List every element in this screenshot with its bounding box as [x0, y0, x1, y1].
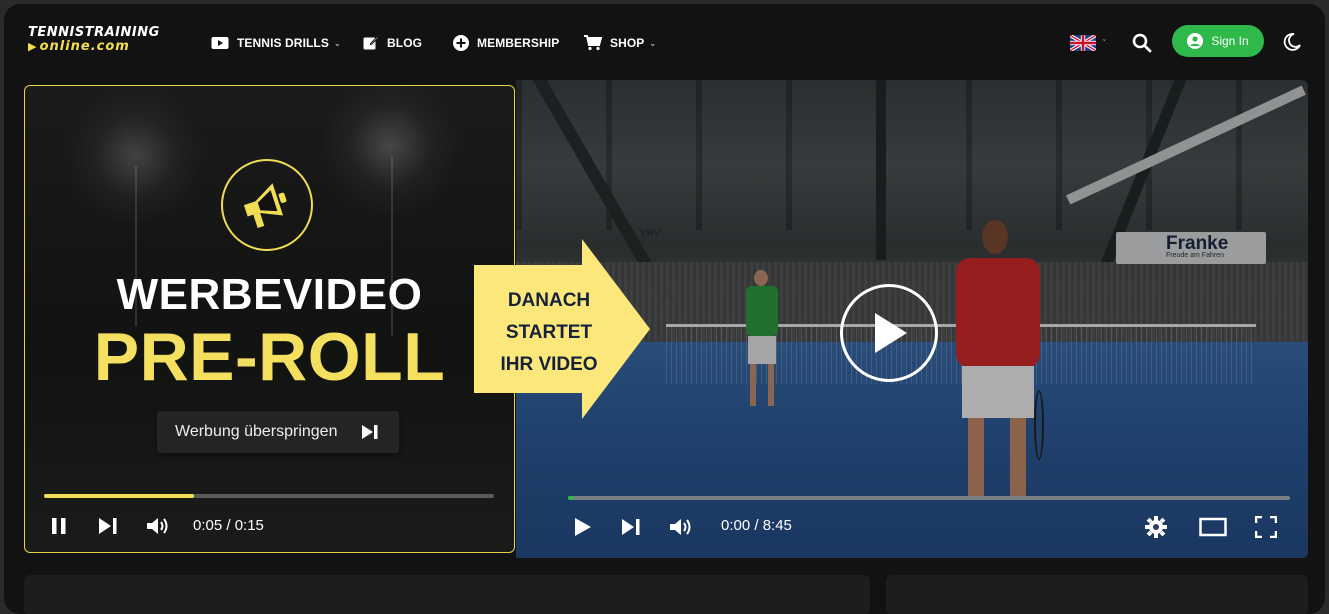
skip-next-icon: [361, 424, 379, 445]
search-icon[interactable]: [1132, 33, 1152, 58]
logo-line1: TENNISTRAINING: [28, 25, 160, 40]
video-icon: [211, 36, 229, 50]
user-icon: [1187, 33, 1204, 49]
nav-label: MEMBERSHIP: [477, 36, 560, 50]
ad-progress-fill: [44, 494, 194, 498]
skip-ad-label: Werbung überspringen: [175, 423, 338, 440]
volume-icon[interactable]: [668, 516, 694, 538]
pause-icon[interactable]: [49, 516, 69, 536]
top-nav: TENNISTRAINING ▶ online.com TENNIS DRILL…: [4, 4, 1325, 80]
edit-icon: [363, 35, 379, 51]
nav-item-shop[interactable]: SHOP ⌄: [584, 33, 656, 53]
video-progress-fill: [568, 496, 574, 500]
ad-time: 0:05 / 0:15: [193, 517, 264, 534]
plus-circle-icon: [453, 35, 469, 51]
chevron-down-icon[interactable]: ⌄: [1101, 34, 1108, 43]
nav-item-tennis-drills[interactable]: TENNIS DRILLS ⌄: [211, 33, 341, 53]
dark-mode-moon-icon[interactable]: [1282, 32, 1302, 57]
cart-icon: [584, 35, 602, 51]
video-time: 0:00 / 8:45: [721, 517, 792, 534]
ad-title: WERBEVIDEO: [116, 270, 423, 319]
video-progress-bar[interactable]: [568, 496, 1290, 500]
en-gb-flag-icon[interactable]: [1069, 33, 1097, 53]
skip-next-icon[interactable]: [97, 516, 119, 536]
arrow-line2: STARTET: [505, 322, 593, 343]
page-frame: TENNISTRAINING ▶ online.com TENNIS DRILL…: [4, 4, 1325, 614]
nav-label: TENNIS DRILLS: [237, 36, 329, 50]
content-panel: [24, 575, 870, 614]
sidebar-panel: [886, 575, 1308, 614]
skip-ad-button[interactable]: Werbung überspringen: [157, 411, 399, 453]
nav-item-membership[interactable]: MEMBERSHIP: [453, 33, 559, 53]
arrow-line3: IHR VIDEO: [500, 354, 598, 375]
skip-next-icon[interactable]: [620, 516, 642, 538]
chevron-down-icon: ⌄: [333, 38, 341, 48]
megaphone-icon: [221, 159, 313, 251]
sign-in-label: Sign In: [1211, 34, 1249, 48]
logo-line2: ▶ online.com: [28, 39, 130, 54]
play-icon[interactable]: [572, 516, 594, 538]
nav-label: BLOG: [387, 36, 423, 50]
pre-roll-ad-panel: WERBEVIDEO PRE-ROLL Werbung überspringen…: [24, 85, 515, 553]
ad-subtitle: PRE-ROLL: [93, 319, 446, 395]
volume-icon[interactable]: [145, 516, 171, 536]
sign-in-button[interactable]: Sign In: [1172, 25, 1264, 57]
settings-gear-icon[interactable]: [1144, 515, 1168, 539]
arrow-line1: DANACH: [507, 290, 591, 311]
play-button-large[interactable]: [840, 284, 938, 382]
nav-item-blog[interactable]: BLOG: [363, 33, 422, 53]
fullscreen-icon[interactable]: [1254, 516, 1278, 538]
ad-progress-bar[interactable]: [44, 494, 494, 498]
theater-mode-icon[interactable]: [1198, 516, 1228, 538]
site-logo[interactable]: TENNISTRAINING ▶ online.com: [28, 26, 188, 60]
chevron-down-icon: ⌄: [649, 38, 657, 48]
nav-label: SHOP: [610, 36, 645, 50]
